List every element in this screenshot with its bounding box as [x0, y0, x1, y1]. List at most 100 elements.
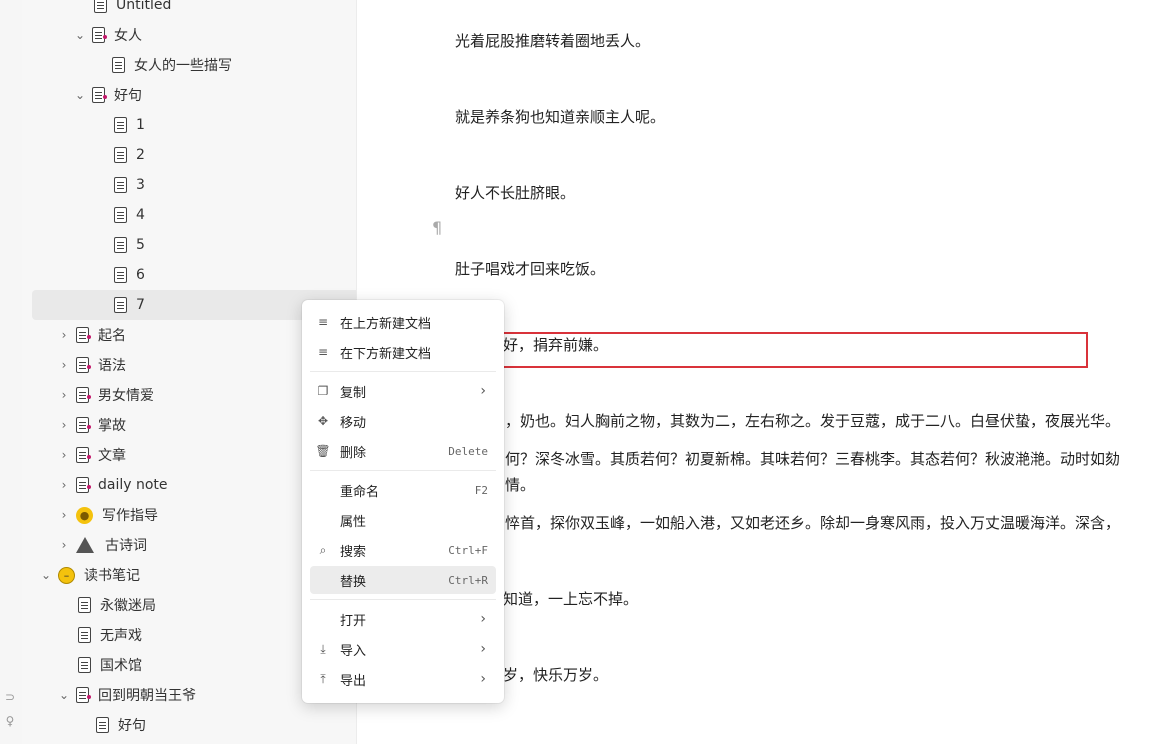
document-icon — [78, 627, 91, 643]
document-icon — [76, 417, 91, 433]
tree-item-label: 写作指导 — [102, 508, 158, 524]
replace-menu-item[interactable]: 替换 Ctrl+R — [310, 566, 496, 594]
document-icon — [76, 387, 91, 403]
import-menu-item[interactable]: ⤓ 导入 › — [310, 635, 496, 663]
tree-item-label: 语法 — [98, 358, 126, 374]
document-icon — [78, 597, 91, 613]
tree-item-label: 回到明朝当王爷 — [98, 688, 196, 704]
tree-item-label: 好句 — [114, 88, 142, 104]
chevron-down-icon[interactable]: ⌄ — [74, 88, 86, 102]
delete-menu-item[interactable]: 🗑 删除 Delete — [310, 437, 496, 465]
menu-item-label: 在上方新建文档 — [340, 316, 432, 332]
paragraph[interactable]: 光着屁股推磨转着圈地丢人。 — [455, 30, 650, 51]
paragraph[interactable]: 肚子唱戏才回来吃饭。 — [455, 258, 605, 279]
chevron-right-icon: › — [480, 611, 486, 627]
menu-item-label: 复制 — [340, 385, 367, 401]
pin-icon[interactable]: ♀ — [3, 714, 17, 728]
shortcut-label: Delete — [448, 444, 488, 458]
paragraph[interactable]: 岁，快乐万岁。 — [503, 664, 608, 685]
menu-divider — [310, 371, 496, 372]
menu-item-label: 替换 — [340, 574, 367, 590]
tree-item[interactable]: 好句 — [22, 710, 356, 740]
tree-item[interactable]: 5 — [22, 230, 356, 260]
move-icon: ✥ — [317, 414, 329, 428]
paragraph[interactable]: 知道，一上忘不掉。 — [503, 588, 638, 609]
chevron-right-icon[interactable]: › — [58, 448, 70, 462]
chevron-down-icon[interactable]: ⌄ — [74, 28, 86, 42]
context-menu: ≡ 在上方新建文档 ≡ 在下方新建文档 ❐ 复制 › ✥ 移动 🗑 删除 Del… — [302, 300, 504, 703]
paragraph[interactable]: 何？深冬冰雪。其质若何？初夏新棉。其味若何？三春桃李。其态若何？秋波滟滟。动时如… — [505, 448, 1120, 469]
paragraph[interactable]: 就是养条狗也知道亲顺主人呢。 — [455, 106, 665, 127]
tree-item[interactable]: 女人的一些描写 — [22, 50, 356, 80]
tree-item-label: 1 — [136, 117, 145, 133]
chevron-right-icon[interactable]: › — [58, 538, 70, 552]
left-rail: ⊃ ♀ — [0, 0, 23, 744]
document-icon — [92, 87, 107, 103]
chevron-right-icon[interactable]: › — [58, 478, 70, 492]
shortcut-label: Ctrl+R — [448, 573, 488, 587]
tree-item[interactable]: ⌄ 女人 — [22, 20, 356, 50]
document-icon — [114, 117, 127, 133]
document-icon — [76, 477, 91, 493]
document-icon — [76, 687, 91, 703]
shortcut-label: F2 — [474, 483, 488, 497]
tree-item-label: 永徽迷局 — [100, 598, 156, 614]
tree-item[interactable]: Untitled — [22, 0, 356, 20]
document-icon — [94, 0, 107, 13]
tree-item[interactable]: 4 — [22, 200, 356, 230]
chevron-right-icon: › — [480, 671, 486, 687]
menu-item-label: 移动 — [340, 415, 367, 431]
chevron-down-icon[interactable]: ⌄ — [58, 688, 70, 702]
document-icon — [114, 177, 127, 193]
shortcut-label: Ctrl+F — [448, 543, 488, 557]
tree-item-label: 7 — [136, 297, 145, 313]
move-menu-item[interactable]: ✥ 移动 — [310, 407, 496, 435]
tree-item-label: 无声戏 — [100, 628, 142, 644]
paragraph[interactable]: 情。 — [505, 474, 535, 495]
tree-item-label: 6 — [136, 267, 145, 283]
tree-item-label: daily note — [98, 477, 168, 493]
tree-item[interactable]: 3 — [22, 170, 356, 200]
rename-menu-item[interactable]: 重命名 F2 — [310, 476, 496, 504]
document-icon — [114, 147, 127, 163]
paragraph[interactable]: 悴首，探你双玉峰，一如船入港，又如老还乡。除却一身寒风雨，投入万丈温暖海洋。深含… — [505, 512, 1120, 533]
link-icon[interactable]: ⊃ — [3, 690, 17, 704]
document-icon — [114, 267, 127, 283]
document-icon — [112, 57, 125, 73]
tree-item[interactable]: 1 — [22, 110, 356, 140]
paragraph[interactable]: 好人不长肚脐眼。 — [455, 182, 575, 203]
properties-menu-item[interactable]: 属性 — [310, 506, 496, 534]
document-icon — [78, 657, 91, 673]
tree-item-label: 读书笔记 — [84, 568, 140, 584]
document-icon — [114, 297, 127, 313]
chevron-right-icon[interactable]: › — [58, 508, 70, 522]
search-menu-item[interactable]: ⌕ 搜索 Ctrl+F — [310, 536, 496, 564]
pilcrow-icon[interactable]: ¶ — [432, 218, 442, 237]
chevron-right-icon[interactable]: › — [58, 328, 70, 342]
copy-menu-item[interactable]: ❐ 复制 › — [310, 377, 496, 405]
tree-item[interactable]: 6 — [22, 260, 356, 290]
tree-item-label: 起名 — [98, 328, 126, 344]
paragraph[interactable]: ，奶也。妇人胸前之物，其数为二，左右称之。发于豆蔻，成于二八。白昼伏蛰，夜展光华… — [505, 410, 1120, 431]
tree-item-label: Untitled — [116, 0, 172, 13]
chevron-down-icon[interactable]: ⌄ — [40, 568, 52, 582]
tree-item-label: 好句 — [118, 718, 146, 734]
new-doc-below-menu-item[interactable]: ≡ 在下方新建文档 — [310, 338, 496, 366]
tree-item[interactable]: ⌄ 好句 — [22, 80, 356, 110]
menu-item-label: 在下方新建文档 — [340, 346, 432, 362]
copy-icon: ❐ — [317, 384, 329, 398]
insert-below-icon: ≡ — [317, 345, 329, 359]
chevron-right-icon[interactable]: › — [58, 418, 70, 432]
chevron-right-icon[interactable]: › — [58, 358, 70, 372]
open-menu-item[interactable]: 打开 › — [310, 605, 496, 633]
new-doc-above-menu-item[interactable]: ≡ 在上方新建文档 — [310, 308, 496, 336]
tree-item-label: 国术馆 — [100, 658, 142, 674]
emoji-icon: ● — [76, 506, 93, 524]
tree-item[interactable]: 2 — [22, 140, 356, 170]
document-icon — [96, 717, 109, 733]
export-menu-item[interactable]: ⤒ 导出 › — [310, 665, 496, 693]
chevron-right-icon: › — [480, 641, 486, 657]
chevron-right-icon[interactable]: › — [58, 388, 70, 402]
tree-item-label: 4 — [136, 207, 145, 223]
menu-item-label: 重命名 — [340, 484, 380, 500]
